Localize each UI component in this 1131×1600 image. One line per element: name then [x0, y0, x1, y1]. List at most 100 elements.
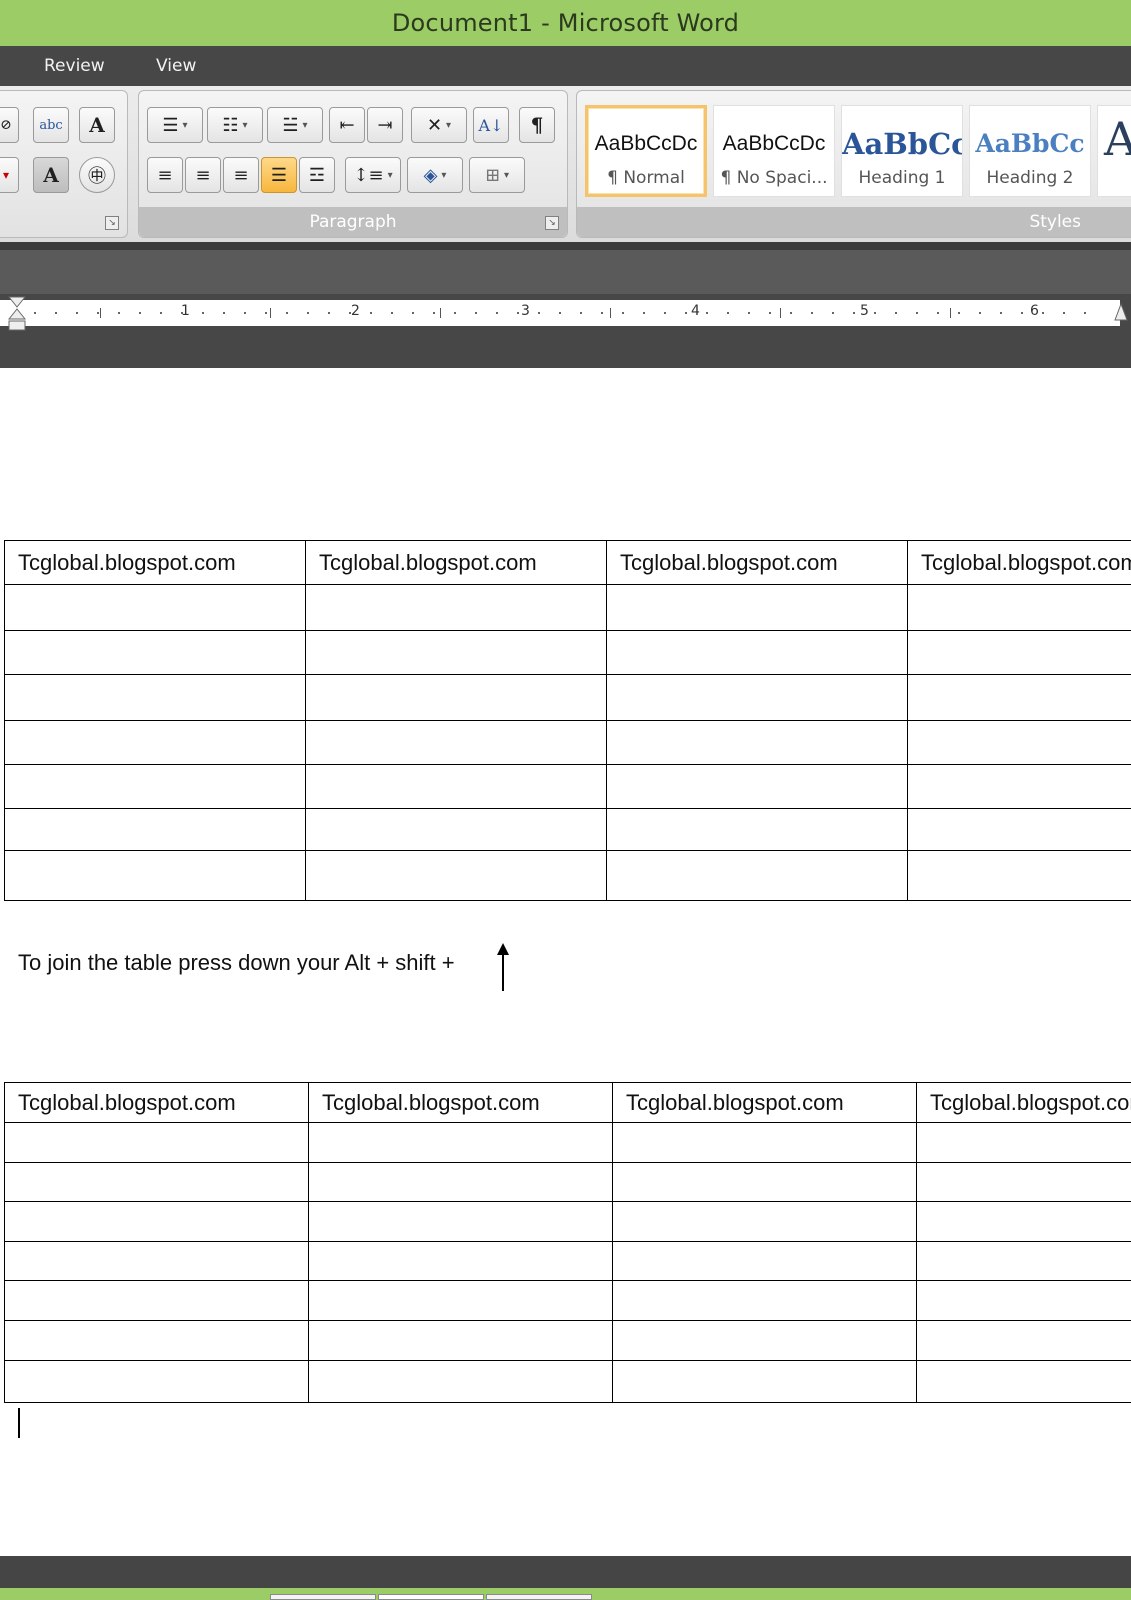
table-cell[interactable]: [305, 630, 607, 675]
enclose-characters-button[interactable]: ㊥: [79, 157, 115, 193]
align-center-button[interactable]: ≡: [185, 157, 221, 193]
font-dialog-launcher-icon[interactable]: ↘: [105, 216, 119, 230]
text-direction-button[interactable]: ✕ ▾: [411, 107, 467, 143]
table-cell[interactable]: [612, 1122, 917, 1163]
style-normal[interactable]: AaBbCcDc ¶ Normal: [585, 105, 707, 197]
text-effect-button[interactable]: abc: [33, 107, 69, 143]
table-cell[interactable]: [4, 1320, 309, 1361]
character-shading-button[interactable]: A: [33, 157, 69, 193]
bullets-button[interactable]: ☰ ▾: [147, 107, 203, 143]
table-cell[interactable]: [305, 808, 607, 851]
table-cell[interactable]: [907, 584, 1131, 631]
clear-format-icon[interactable]: ⊘: [0, 107, 19, 143]
table-cell[interactable]: [308, 1320, 613, 1361]
table-cell[interactable]: [916, 1320, 1131, 1361]
table-cell[interactable]: [916, 1162, 1131, 1202]
paragraph-dialog-launcher-icon[interactable]: ↘: [545, 216, 559, 230]
table-cell[interactable]: [606, 808, 908, 851]
table-cell[interactable]: [4, 584, 306, 631]
table-cell[interactable]: [305, 584, 607, 631]
table-cell[interactable]: Tcglobal.blogspot.com: [308, 1082, 613, 1123]
table-cell[interactable]: [305, 850, 607, 901]
horizontal-ruler[interactable]: 1 2 3 4 5 6: [0, 294, 1131, 368]
table-cell[interactable]: [305, 764, 607, 809]
distributed-button[interactable]: ☲: [299, 157, 335, 193]
table-cell[interactable]: [4, 850, 306, 901]
table-cell[interactable]: Tcglobal.blogspot.com: [305, 540, 607, 585]
table-cell[interactable]: [612, 1162, 917, 1202]
borders-button[interactable]: ⊞ ▾: [469, 157, 525, 193]
table-cell[interactable]: [4, 764, 306, 809]
table-cell[interactable]: [4, 1201, 309, 1242]
table-cell[interactable]: [916, 1360, 1131, 1403]
table-cell[interactable]: [4, 1162, 309, 1202]
line-spacing-button[interactable]: ↕≡ ▾: [345, 157, 401, 193]
view-web-layout-button[interactable]: [486, 1594, 592, 1600]
table-cell[interactable]: [308, 1241, 613, 1281]
table-cell[interactable]: Tcglobal.blogspot.com: [916, 1082, 1131, 1123]
table-cell[interactable]: [308, 1280, 613, 1321]
view-full-screen-button[interactable]: [378, 1594, 484, 1600]
table-cell[interactable]: [907, 630, 1131, 675]
tab-view[interactable]: View: [156, 46, 196, 86]
table-cell[interactable]: [4, 808, 306, 851]
table-cell[interactable]: [907, 674, 1131, 721]
table-cell[interactable]: [308, 1360, 613, 1403]
indent-marker-icon[interactable]: [8, 296, 26, 332]
table-cell[interactable]: [4, 674, 306, 721]
table-cell[interactable]: [4, 720, 306, 765]
table-cell[interactable]: [907, 720, 1131, 765]
table-cell[interactable]: [4, 630, 306, 675]
table-cell[interactable]: Tcglobal.blogspot.com: [907, 540, 1131, 585]
document-page[interactable]: Tcglobal.blogspot.com Tcglobal.blogspot.…: [0, 368, 1131, 1556]
table-cell[interactable]: [612, 1280, 917, 1321]
table-cell[interactable]: [612, 1320, 917, 1361]
increase-indent-button[interactable]: ⇥: [367, 107, 403, 143]
view-print-layout-button[interactable]: [270, 1594, 376, 1600]
table-cell[interactable]: [308, 1122, 613, 1163]
numbering-button[interactable]: ☷ ▾: [207, 107, 263, 143]
table-cell[interactable]: [916, 1280, 1131, 1321]
table-cell[interactable]: [4, 1122, 309, 1163]
table-cell[interactable]: [612, 1360, 917, 1403]
tab-review[interactable]: Review: [44, 46, 105, 86]
table-cell[interactable]: [305, 720, 607, 765]
style-heading-2[interactable]: AaBbCc Heading 2: [969, 105, 1091, 197]
table-cell[interactable]: [916, 1241, 1131, 1281]
right-indent-marker-icon[interactable]: [1114, 300, 1128, 326]
show-formatting-button[interactable]: ¶: [519, 107, 555, 143]
table-cell[interactable]: [612, 1241, 917, 1281]
character-border-button[interactable]: A: [79, 107, 115, 143]
multilevel-list-button[interactable]: ☱ ▾: [267, 107, 323, 143]
table-cell[interactable]: [606, 850, 908, 901]
justify-button[interactable]: ☰: [261, 157, 297, 193]
font-color-dropdown[interactable]: ▾: [0, 157, 19, 193]
decrease-indent-button[interactable]: ⇤: [329, 107, 365, 143]
table-cell[interactable]: [907, 808, 1131, 851]
table-cell[interactable]: [606, 764, 908, 809]
table-cell[interactable]: [305, 674, 607, 721]
table-cell[interactable]: [606, 630, 908, 675]
table-cell[interactable]: [916, 1122, 1131, 1163]
table-cell[interactable]: Tcglobal.blogspot.com: [4, 1082, 309, 1123]
table-cell[interactable]: [612, 1201, 917, 1242]
align-left-button[interactable]: ≡: [147, 157, 183, 193]
table-cell[interactable]: [4, 1241, 309, 1281]
table-cell[interactable]: [4, 1360, 309, 1403]
table-cell[interactable]: Tcglobal.blogspot.com: [4, 540, 306, 585]
sort-button[interactable]: A↓: [473, 107, 509, 143]
table-cell[interactable]: [907, 850, 1131, 901]
table-cell[interactable]: [606, 720, 908, 765]
table-bottom[interactable]: Tcglobal.blogspot.com Tcglobal.blogspot.…: [4, 1082, 1131, 1403]
style-title[interactable]: A: [1097, 105, 1131, 197]
shading-button[interactable]: ◈ ▾: [407, 157, 463, 193]
style-heading-1[interactable]: AaBbCc Heading 1: [841, 105, 963, 197]
align-right-button[interactable]: ≡: [223, 157, 259, 193]
style-no-spacing[interactable]: AaBbCcDc ¶ No Spaci...: [713, 105, 835, 197]
table-cell[interactable]: [308, 1162, 613, 1202]
table-cell[interactable]: [606, 584, 908, 631]
table-top[interactable]: Tcglobal.blogspot.com Tcglobal.blogspot.…: [4, 540, 1131, 901]
table-cell[interactable]: [4, 1280, 309, 1321]
table-cell[interactable]: [606, 674, 908, 721]
table-cell[interactable]: [916, 1201, 1131, 1242]
